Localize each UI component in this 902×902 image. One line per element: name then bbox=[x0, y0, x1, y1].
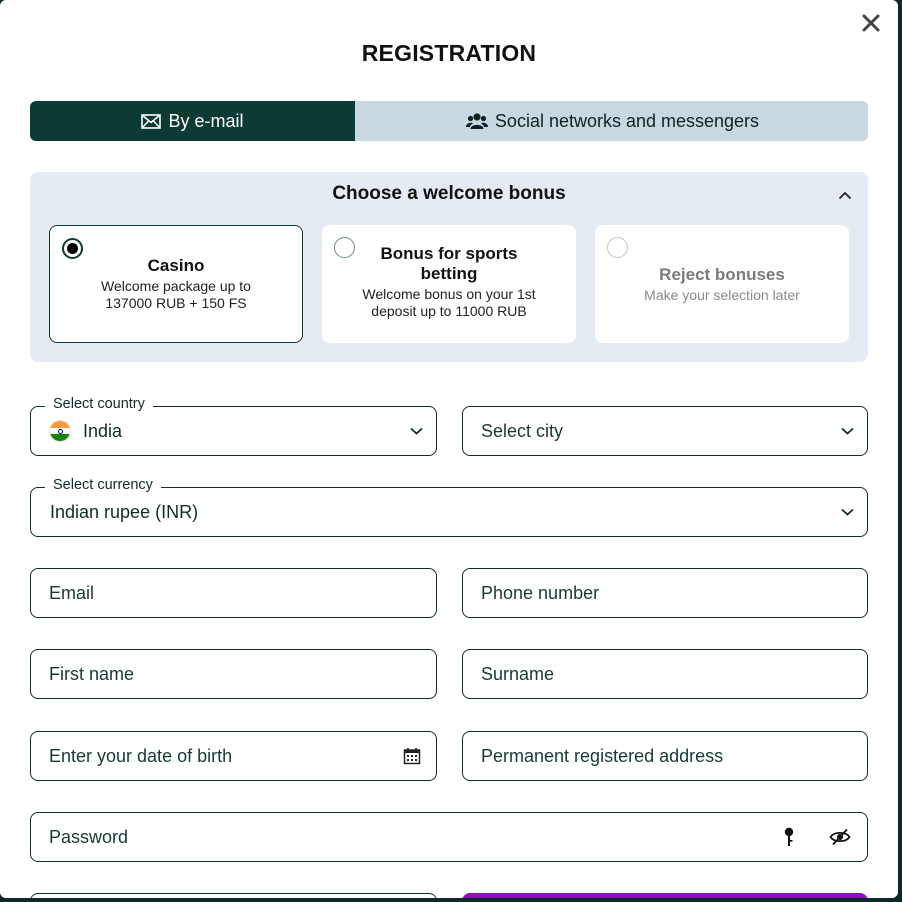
eye-off-icon[interactable] bbox=[829, 827, 851, 847]
reject-radio[interactable] bbox=[607, 237, 628, 258]
reject-desc: Make your selection later bbox=[644, 287, 800, 303]
city-select[interactable]: Select city bbox=[462, 406, 868, 456]
sports-title-line1: Bonus for sports bbox=[380, 244, 518, 263]
register-button[interactable] bbox=[462, 893, 868, 898]
sports-desc-line1: Welcome bonus on your 1st bbox=[362, 286, 536, 302]
welcome-bonus-panel: Choose a welcome bonus Casino Welcome pa… bbox=[30, 172, 868, 362]
currency-value: Indian rupee (INR) bbox=[50, 501, 199, 522]
registration-tabs: By e-mail Social networks and messengers bbox=[30, 101, 868, 141]
sports-title-line2: betting bbox=[420, 264, 478, 283]
email-placeholder: Email bbox=[49, 582, 95, 603]
country-value: India bbox=[83, 420, 123, 441]
tab-by-email[interactable]: By e-mail bbox=[30, 101, 355, 141]
dob-placeholder: Enter your date of birth bbox=[49, 745, 233, 766]
first-name-field[interactable]: First name bbox=[30, 649, 437, 699]
bonus-collapse-button[interactable] bbox=[836, 186, 854, 204]
country-label: Select country bbox=[45, 396, 153, 412]
phone-placeholder: Phone number bbox=[481, 582, 600, 603]
address-field[interactable]: Permanent registered address bbox=[462, 731, 868, 781]
india-flag-icon bbox=[49, 420, 71, 442]
bonus-option-sports[interactable]: Bonus for sports betting Welcome bonus o… bbox=[322, 225, 576, 343]
surname-placeholder: Surname bbox=[481, 663, 555, 684]
bonus-option-reject[interactable]: Reject bonuses Make your selection later bbox=[595, 225, 849, 343]
chevron-down-icon bbox=[408, 423, 424, 439]
first-name-placeholder: First name bbox=[49, 663, 135, 684]
sports-desc-line2: deposit up to 11000 RUB bbox=[371, 303, 527, 319]
users-icon bbox=[465, 113, 488, 129]
casino-desc-line2: 137000 RUB + 150 FS bbox=[105, 295, 247, 311]
chevron-down-icon bbox=[839, 423, 855, 439]
surname-field[interactable]: Surname bbox=[462, 649, 868, 699]
password-placeholder: Password bbox=[49, 826, 129, 847]
chevron-down-icon bbox=[839, 504, 855, 520]
password-field[interactable]: Password bbox=[30, 812, 868, 862]
calendar-icon[interactable] bbox=[402, 746, 422, 766]
close-button[interactable] bbox=[856, 8, 886, 38]
reject-title: Reject bonuses bbox=[659, 265, 785, 284]
envelope-icon bbox=[141, 113, 162, 129]
currency-label: Select currency bbox=[45, 477, 161, 493]
tab-by-email-label: By e-mail bbox=[168, 110, 244, 131]
close-icon bbox=[862, 14, 880, 32]
casino-radio[interactable] bbox=[62, 238, 83, 259]
page-title: REGISTRATION bbox=[361, 40, 537, 66]
tab-social-networks[interactable]: Social networks and messengers bbox=[357, 101, 868, 141]
city-placeholder: Select city bbox=[481, 420, 564, 441]
phone-field[interactable]: Phone number bbox=[462, 568, 868, 618]
casino-title: Casino bbox=[147, 256, 205, 275]
sports-radio[interactable] bbox=[334, 237, 355, 258]
registration-modal: REGISTRATION By e-mail Social networks a… bbox=[0, 0, 898, 898]
key-icon[interactable] bbox=[779, 827, 799, 847]
bonus-option-casino[interactable]: Casino Welcome package up to 137000 RUB … bbox=[49, 225, 303, 343]
promo-code-field[interactable] bbox=[30, 893, 437, 898]
currency-select[interactable]: Select currency Indian rupee (INR) bbox=[30, 477, 868, 537]
casino-desc-line1: Welcome package up to bbox=[101, 278, 251, 294]
dob-field[interactable]: Enter your date of birth bbox=[30, 731, 437, 781]
email-field[interactable]: Email bbox=[30, 568, 437, 618]
address-placeholder: Permanent registered address bbox=[481, 745, 724, 766]
welcome-bonus-title: Choose a welcome bonus bbox=[332, 183, 566, 204]
country-select[interactable]: Select country India bbox=[30, 396, 437, 456]
tab-social-networks-label: Social networks and messengers bbox=[494, 110, 760, 131]
chevron-up-icon bbox=[838, 191, 852, 199]
